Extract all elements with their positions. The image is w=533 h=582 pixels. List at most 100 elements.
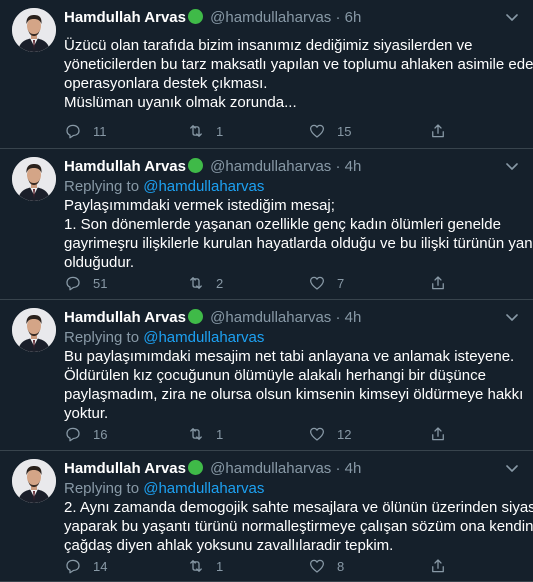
share-button[interactable] [429,425,447,443]
tweet-actions: 16 1 12 [64,425,454,445]
author-handle[interactable]: @hamdullaharvas [210,309,331,326]
tweet-text-line: paylaşmadım, zira ne olursa olsun kimsen… [64,386,524,403]
chevron-down-icon[interactable] [503,157,521,175]
tweet[interactable]: Hamdullah Arvas @hamdullaharvas · 4h Rep… [0,300,533,451]
tweet[interactable]: Hamdullah Arvas @hamdullaharvas · 6h Üzü… [0,0,533,149]
tweet-header: Hamdullah Arvas @hamdullaharvas · 4h [64,309,361,327]
tweet-text-line: yöneticilerden bu tarz maksatlı yapılan … [64,56,533,73]
chevron-down-icon[interactable] [503,459,521,477]
replying-label: Replying to [64,480,140,497]
author-name[interactable]: Hamdullah Arvas [64,460,186,477]
avatar[interactable] [12,8,56,52]
retweet-button[interactable]: 1 [187,122,223,140]
heart-icon [309,427,325,441]
tweet-text-line: çağdaş diyen ahlak yoksunu zavallılaradi… [64,537,394,554]
retweet-button[interactable]: 2 [187,274,223,292]
retweet-count: 1 [216,558,224,574]
tweet-text-line: 2. Aynı zamanda demogojik sahte mesajlar… [64,499,533,516]
share-button[interactable] [429,557,447,575]
replying-to: Replying to @hamdullaharvas [64,480,264,498]
timestamp[interactable]: 4h [345,460,362,477]
tweet-text-line: Paylaşımımdaki vermek istediğim mesaj; [64,197,335,214]
tweet-text-line: operasyonlara destek çıkması. [64,75,268,92]
like-button[interactable]: 8 [308,557,344,575]
like-count: 8 [337,558,345,574]
tweet[interactable]: Hamdullah Arvas @hamdullaharvas · 4h Rep… [0,451,533,582]
like-count: 12 [337,426,352,442]
reply-icon [66,559,80,574]
replying-to: Replying to @hamdullaharvas [64,329,264,347]
tweet-text-line: yoktur. [64,405,109,422]
like-button[interactable]: 15 [308,122,351,140]
tweet-text-line: 1. Son dönemlerde yaşanan ozellikle genç… [64,216,501,233]
chevron-down-icon[interactable] [503,8,521,26]
share-button[interactable] [429,122,447,140]
retweet-button[interactable]: 1 [187,557,223,575]
share-icon [432,559,444,573]
timeline: Hamdullah Arvas @hamdullaharvas · 6h Üzü… [0,0,533,582]
retweet-icon [190,125,202,137]
share-icon [432,427,444,441]
like-count: 7 [337,275,345,291]
author-handle[interactable]: @hamdullaharvas [210,9,331,26]
like-button[interactable]: 12 [308,425,351,443]
green-circle-icon [188,158,203,173]
reply-icon [66,276,80,291]
replying-mention[interactable]: @hamdullaharvas [143,480,264,497]
retweet-count: 1 [216,123,224,139]
green-circle-icon [188,309,203,324]
replying-mention[interactable]: @hamdullaharvas [143,178,264,195]
author-name[interactable]: Hamdullah Arvas [64,309,186,326]
avatar[interactable] [12,308,56,352]
retweet-button[interactable]: 1 [187,425,223,443]
profile-photo [12,157,56,201]
reply-button[interactable]: 16 [64,425,107,443]
tweet-text: Paylaşımımdaki vermek istediğim mesaj; 1.… [64,196,533,272]
replying-label: Replying to [64,329,140,346]
tweet-text-line: Üzücü olan tarafıda bizim insanımız dedi… [64,37,473,54]
green-circle-icon [188,9,203,24]
tweet-text-line: Öldürülen kız çocuğunun ölümüyle alakalı… [64,367,486,384]
author-name[interactable]: Hamdullah Arvas [64,158,186,175]
timestamp[interactable]: 4h [345,158,362,175]
author-name[interactable]: Hamdullah Arvas [64,9,186,26]
chevron-down-icon[interactable] [503,308,521,326]
tweet[interactable]: Hamdullah Arvas @hamdullaharvas · 4h Rep… [0,149,533,300]
timestamp[interactable]: 6h [345,9,362,26]
tweet-actions: 51 2 7 [64,274,454,294]
like-button[interactable]: 7 [308,274,344,292]
separator: · [335,460,341,477]
tweet-text-line: gayrimeşru ilişkilerle kurulan hayatlard… [64,235,533,252]
reply-button[interactable]: 14 [64,557,107,575]
retweet-icon [190,560,202,572]
tweet-text-line: yaparak bu yaşantı türünü normalleştirme… [64,518,533,535]
tweet-actions: 14 1 8 [64,557,454,577]
share-button[interactable] [429,274,447,292]
profile-photo [12,459,56,503]
avatar[interactable] [12,157,56,201]
tweet-text-line: Müslüman uyanık olmak zorunda... [64,94,297,111]
reply-button[interactable]: 11 [64,122,107,140]
separator: · [335,9,341,26]
author-handle[interactable]: @hamdullaharvas [210,460,331,477]
heart-icon [309,124,325,138]
heart-icon [309,276,325,290]
retweet-count: 1 [216,426,224,442]
timestamp[interactable]: 4h [345,309,362,326]
reply-icon [66,124,80,139]
author-handle[interactable]: @hamdullaharvas [210,158,331,175]
reply-button[interactable]: 51 [64,274,107,292]
avatar[interactable] [12,459,56,503]
replying-mention[interactable]: @hamdullaharvas [143,329,264,346]
reply-count: 11 [93,123,107,139]
separator: · [335,158,341,175]
profile-photo [12,308,56,352]
tweet-text-line: Bu paylaşımımdaki mesajim net tabi anlay… [64,348,515,365]
tweet-header: Hamdullah Arvas @hamdullaharvas · 4h [64,460,361,478]
retweet-icon [190,277,202,289]
reply-count: 51 [93,275,108,291]
profile-photo [12,8,56,52]
retweet-count: 2 [216,275,224,291]
tweet-header: Hamdullah Arvas @hamdullaharvas · 4h [64,158,361,176]
reply-icon [66,427,80,442]
